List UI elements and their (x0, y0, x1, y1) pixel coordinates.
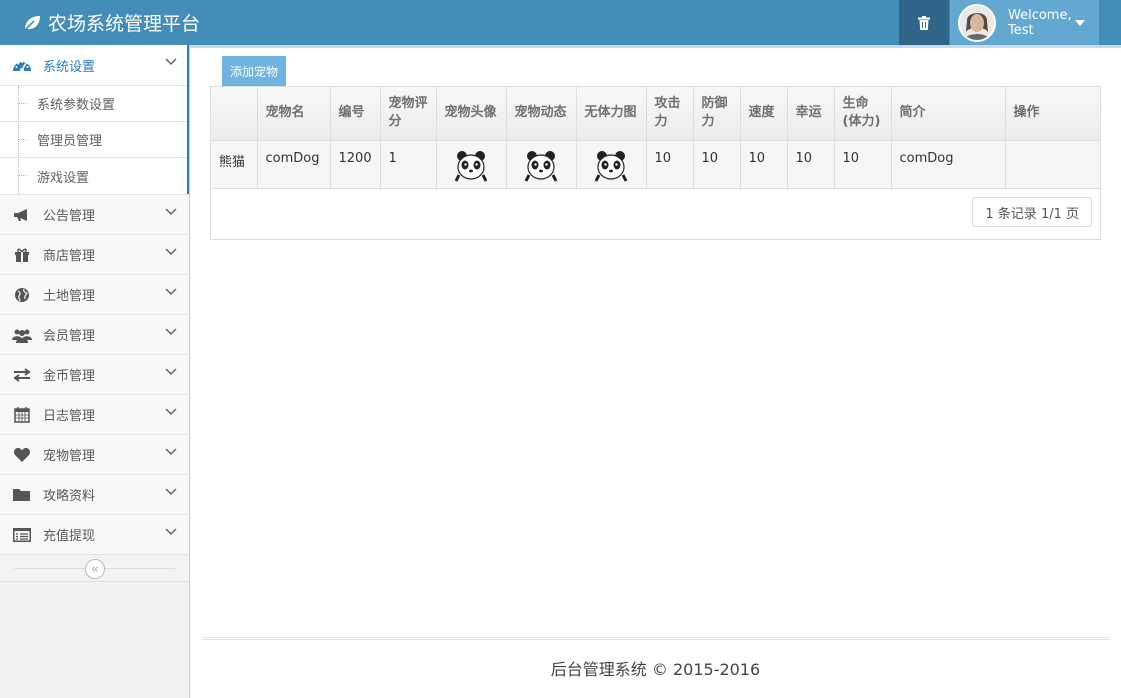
folder-icon (12, 488, 32, 502)
column-header-defense[interactable]: 防御力 (693, 87, 741, 141)
sidebar-item-land[interactable]: 土地管理 (0, 275, 189, 315)
sidebar-item-label: 宠物管理 (43, 449, 96, 464)
chevron-down-icon (165, 408, 177, 416)
sidebar-item-label: 会员管理 (43, 329, 96, 344)
column-header-speed[interactable]: 速度 (740, 87, 788, 141)
caret-down-icon (1075, 20, 1085, 26)
table-header-row: 宠物名 编号 宠物评分 宠物头像 宠物动态 无体力图 攻击力 防御力 速度 幸运… (211, 87, 1101, 141)
sidebar-collapse-bar: « (0, 555, 189, 582)
panda-image (594, 150, 628, 182)
sidebar: 系统设置 系统参数设置 管理员管理 游戏设置 公告管理 商店管理 土地管理 会员… (0, 45, 190, 698)
cell-tired-image (576, 140, 647, 189)
avatar (958, 3, 996, 42)
column-header-intro[interactable]: 简介 (891, 87, 1006, 141)
column-header-score[interactable]: 宠物评分 (380, 87, 437, 141)
chevron-down-icon (165, 248, 177, 256)
bullhorn-icon (12, 208, 32, 222)
panda-image (454, 150, 488, 182)
sidebar-item-label: 系统设置 (43, 59, 96, 75)
sidebar-item-label: 攻略资料 (43, 489, 96, 504)
dashboard-icon (12, 57, 32, 73)
column-header-hp[interactable]: 生命(体力) (834, 87, 892, 141)
cell-id: 1200 (330, 140, 381, 189)
column-header-attack[interactable]: 攻击力 (646, 87, 694, 141)
chevron-down-icon (165, 288, 177, 296)
subitem-game-settings[interactable]: 游戏设置 (0, 158, 189, 194)
cell-hp: 10 (834, 140, 892, 189)
double-left-arrow-icon[interactable]: « (85, 559, 105, 579)
globe-icon (12, 287, 32, 303)
user-name: Test (1008, 22, 1034, 38)
list-alt-icon (12, 527, 32, 542)
content-top-border (190, 45, 1121, 48)
leaf-icon (23, 15, 40, 32)
sidebar-item-label: 商店管理 (43, 249, 96, 264)
subitem-system-params[interactable]: 系统参数设置 (0, 86, 189, 122)
user-menu[interactable]: Welcome, Test (950, 0, 1099, 45)
sidebar-item-announcements[interactable]: 公告管理 (0, 195, 189, 235)
column-header-tired-image[interactable]: 无体力图 (576, 87, 647, 141)
cell-defense: 10 (693, 140, 741, 189)
sidebar-item-label: 土地管理 (43, 289, 96, 304)
pagination-info: 1 条记录 1/1 页 (972, 197, 1092, 227)
column-header-type (211, 87, 258, 141)
sidebar-item-pets[interactable]: 宠物管理 (0, 435, 189, 475)
trash-button[interactable] (899, 0, 949, 45)
chevron-down-icon (165, 208, 177, 216)
trash-icon (918, 15, 930, 30)
footer-copyright: 后台管理系统 © 2015-2016 (550, 660, 761, 679)
cell-actions[interactable] (1005, 140, 1101, 189)
cell-intro: comDog (891, 140, 1006, 189)
sidebar-item-recharge[interactable]: 充值提现 (0, 515, 189, 555)
top-navbar: 农场系统管理平台 Welcome, Test (0, 0, 1121, 45)
cell-animation (506, 140, 577, 189)
submenu-system-settings: 系统参数设置 管理员管理 游戏设置 (0, 45, 189, 195)
sidebar-item-system-settings[interactable]: 系统设置 (0, 45, 189, 86)
pets-table: 宠物名 编号 宠物评分 宠物头像 宠物动态 无体力图 攻击力 防御力 速度 幸运… (210, 86, 1101, 240)
sidebar-item-logs[interactable]: 日志管理 (0, 395, 189, 435)
users-icon (12, 327, 32, 343)
chevron-down-icon (165, 488, 177, 496)
footer-divider (202, 637, 1110, 640)
sidebar-item-label: 日志管理 (43, 409, 96, 424)
column-header-luck[interactable]: 幸运 (787, 87, 835, 141)
panda-image (524, 150, 558, 182)
subitem-admin-manage[interactable]: 管理员管理 (0, 122, 189, 158)
sidebar-item-coins[interactable]: 金币管理 (0, 355, 189, 395)
welcome-text: Welcome, (1008, 7, 1072, 23)
user-avatar-icon (960, 5, 994, 40)
calendar-icon (12, 406, 32, 423)
cell-score: 1 (380, 140, 437, 189)
heart-icon (12, 447, 32, 463)
sidebar-item-label: 公告管理 (43, 209, 96, 224)
chevron-down-icon (165, 328, 177, 336)
sidebar-item-guides[interactable]: 攻略资料 (0, 475, 189, 515)
sidebar-item-members[interactable]: 会员管理 (0, 315, 189, 355)
column-header-id[interactable]: 编号 (330, 87, 381, 141)
column-header-animation[interactable]: 宠物动态 (506, 87, 577, 141)
chevron-down-icon (165, 368, 177, 376)
app-title: 农场系统管理平台 (48, 13, 201, 35)
sidebar-item-shop[interactable]: 商店管理 (0, 235, 189, 275)
cell-type: 熊猫 (211, 140, 258, 189)
cell-attack: 10 (646, 140, 694, 189)
cell-luck: 10 (787, 140, 835, 189)
gift-icon (12, 247, 32, 263)
sidebar-item-label: 充值提现 (43, 529, 96, 544)
sidebar-item-label: 金币管理 (43, 369, 96, 384)
chevron-down-icon (165, 448, 177, 456)
add-pet-button[interactable]: 添加宠物 (222, 56, 286, 86)
cell-speed: 10 (740, 140, 788, 189)
column-header-actions: 操作 (1005, 87, 1101, 141)
brand[interactable]: 农场系统管理平台 (22, 0, 200, 45)
exchange-icon (12, 367, 32, 382)
table-row: 熊猫 comDog 1200 1 10 10 10 10 10 comDog (211, 140, 1101, 189)
cell-name: comDog (257, 140, 331, 189)
column-header-avatar[interactable]: 宠物头像 (436, 87, 507, 141)
column-header-name[interactable]: 宠物名 (257, 87, 331, 141)
chevron-down-icon (165, 58, 177, 66)
cell-avatar (436, 140, 507, 189)
chevron-down-icon (165, 528, 177, 536)
